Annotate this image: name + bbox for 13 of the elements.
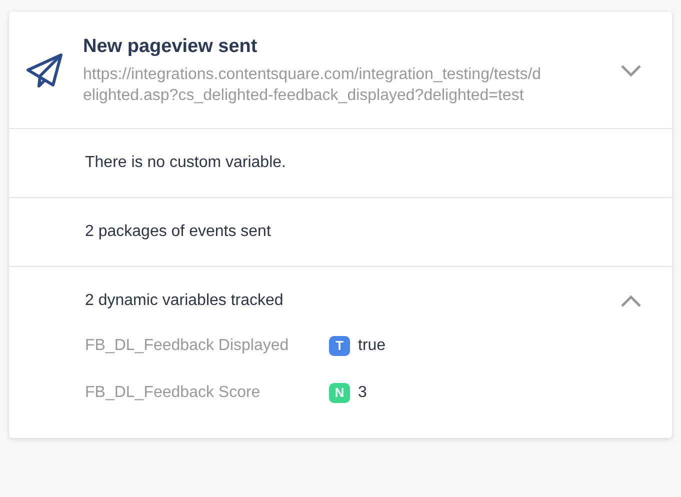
variable-value: true: [358, 336, 386, 356]
type-badge: T: [329, 336, 350, 356]
section-title: 2 dynamic variables tracked: [85, 291, 284, 312]
summary-text: 2 packages of events sent: [85, 222, 271, 242]
variable-value: 3: [358, 382, 367, 403]
chevron-up-icon[interactable]: [620, 294, 642, 308]
variable-name: FB_DL_Feedback Score: [85, 382, 262, 403]
variable-name: FB_DL_Feedback Displayed: [85, 336, 290, 356]
event-title: New pageview sent: [83, 36, 258, 59]
type-badge: N: [329, 382, 350, 403]
summary-text: There is no custom variable.: [85, 153, 286, 174]
page-url: https://integrations.contentsquare.com/integration_testing/tests/delighted.asp?cs_delighted-feedback_displayed?delighted=test: [83, 64, 542, 106]
chevron-down-icon[interactable]: [620, 64, 642, 78]
